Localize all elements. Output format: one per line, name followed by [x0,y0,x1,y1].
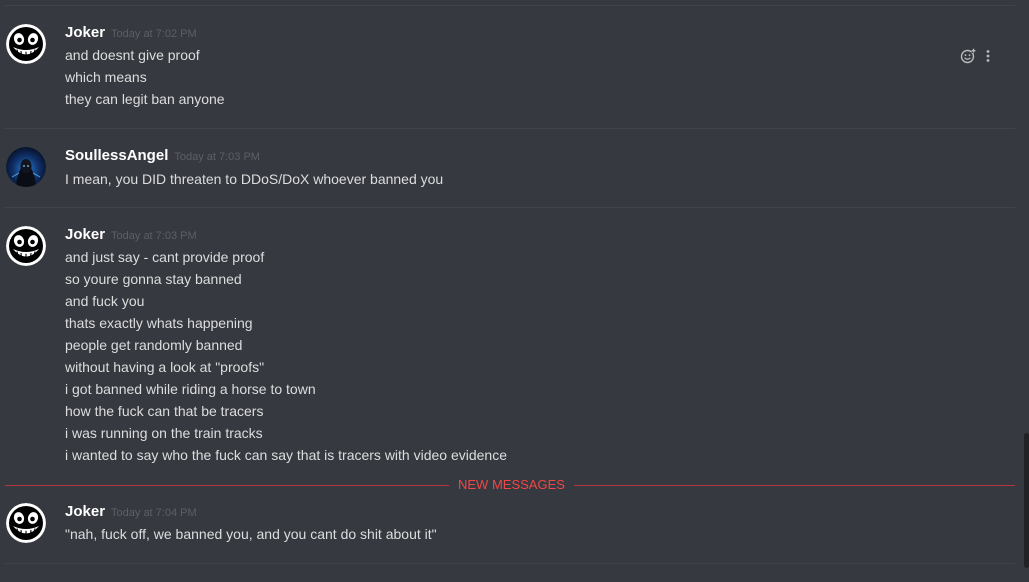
avatar[interactable] [6,147,46,187]
message-text: so youre gonna stay banned [65,271,242,287]
message-header: Joker Today at 7:02 PM [65,24,197,42]
more-options-icon [986,50,990,62]
message-text: I mean, you DID threaten to DDoS/DoX who… [65,171,444,187]
message-text: "nah, fuck off, we banned you, and you c… [65,526,437,542]
more-options-button[interactable] [978,46,998,66]
message-text: and doesnt give proof [65,47,200,63]
timestamp[interactable]: Today at 7:04 PM [111,507,197,519]
username[interactable]: Joker [65,24,105,41]
message-text: and just say - cant provide proof [65,249,265,265]
message-text: they can legit ban anyone [65,91,225,107]
message-divider [5,207,1015,208]
username[interactable]: SoullessAngel [65,147,168,164]
message-text: i wanted to say who the fuck can say tha… [65,447,508,463]
add-reaction-icon [960,48,976,64]
message-text: without having a look at "proofs" [65,359,265,375]
smiling-skull-icon [6,24,46,64]
message-text: which means [65,69,147,85]
message-header: Joker Today at 7:04 PM [65,503,197,521]
username[interactable]: Joker [65,226,105,243]
message-header: Joker Today at 7:03 PM [65,226,197,244]
avatar[interactable] [6,24,46,64]
timestamp[interactable]: Today at 7:03 PM [111,230,197,242]
message-divider [5,5,1015,6]
message-text: and fuck you [65,293,145,309]
message-text: i got banned while riding a horse to tow… [65,381,316,397]
smiling-skull-icon [6,226,46,266]
timestamp[interactable]: Today at 7:03 PM [174,151,260,163]
username[interactable]: Joker [65,503,105,520]
smiling-skull-icon [6,503,46,543]
message-text: how the fuck can that be tracers [65,403,264,419]
message-divider [5,563,1015,564]
dark-hooded-figure-avatar [6,147,46,187]
add-reaction-button[interactable] [958,46,978,66]
message-header: SoullessAngel Today at 7:03 PM [65,147,260,165]
avatar[interactable] [6,226,46,266]
message-text: thats exactly whats happening [65,315,253,331]
message-divider [5,128,1015,129]
message-text: people get randomly banned [65,337,243,353]
message-text: i was running on the train tracks [65,425,263,441]
timestamp[interactable]: Today at 7:02 PM [111,28,197,40]
avatar[interactable] [6,503,46,543]
scrollbar-thumb[interactable] [1024,433,1029,568]
chat-messages-pane: Joker Today at 7:02 PM and doesnt give pr… [0,0,1029,582]
message-hover-actions [958,46,998,66]
new-messages-label: NEW MESSAGES [449,477,574,493]
